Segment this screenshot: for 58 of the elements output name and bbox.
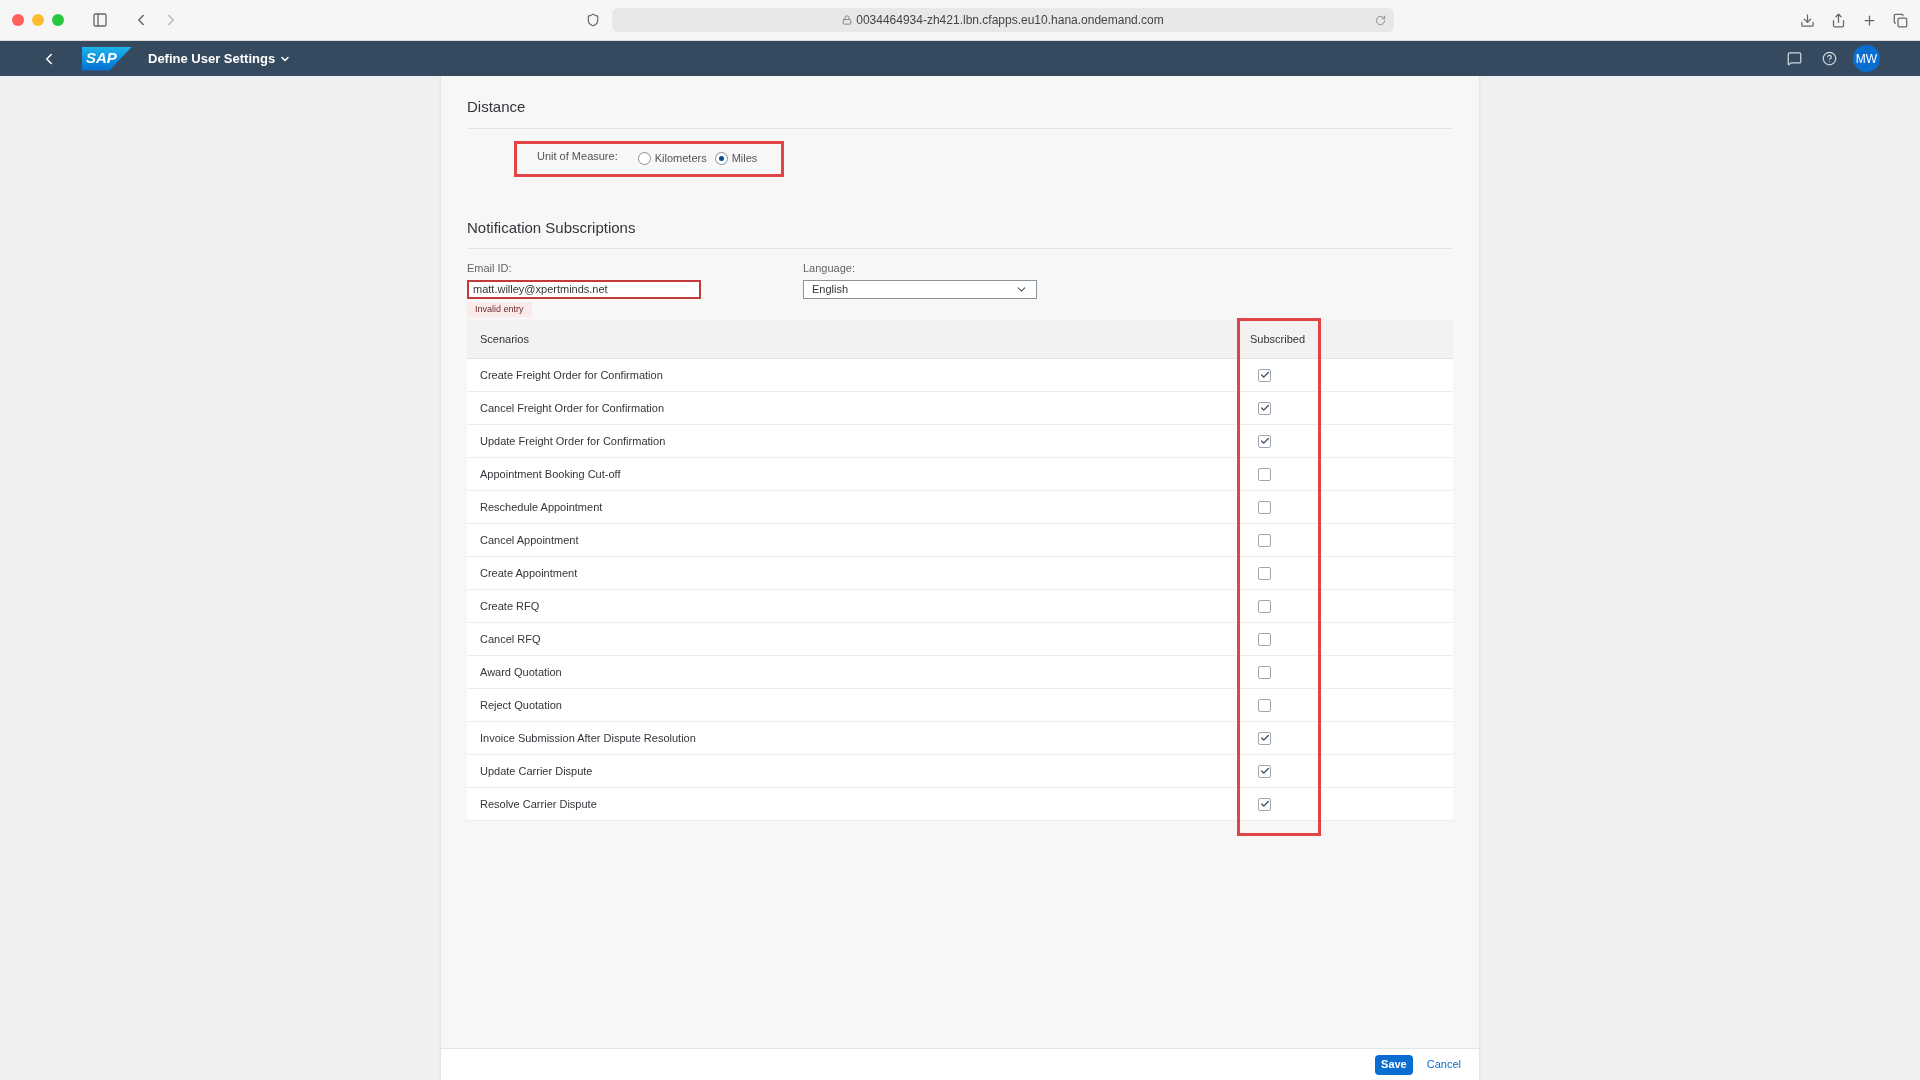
subscribe-checkbox[interactable] <box>1258 764 1271 778</box>
subscribe-checkbox[interactable] <box>1258 698 1271 712</box>
url-text: 0034464934-zh421.lbn.cfapps.eu10.hana.ondemand.com <box>856 12 1164 29</box>
table-cell-text: Update Freight Order for Confirmation <box>479 433 667 449</box>
subscribe-checkbox[interactable] <box>1258 566 1271 580</box>
tabs-overview-icon[interactable] <box>1893 12 1908 28</box>
unit-radio[interactable]: Kilometers <box>637 150 707 167</box>
user-avatar[interactable]: MW <box>1853 45 1880 72</box>
table-cell-text: Create Freight Order for Confirmation <box>479 367 664 383</box>
section-title: Notification Subscriptions <box>467 216 1453 249</box>
save-button[interactable]: Save <box>1375 1054 1413 1075</box>
table-cell-text: Reschedule Appointment <box>479 499 604 515</box>
address-bar[interactable]: 0034464934-zh421.lbn.cfapps.eu10.hana.ondemand.com <box>612 8 1394 32</box>
subscribe-checkbox[interactable] <box>1258 599 1271 613</box>
subscribe-checkbox[interactable] <box>1258 434 1271 448</box>
cancel-button[interactable]: Cancel <box>1420 1054 1467 1075</box>
table-cell-text: Award Quotation <box>479 664 563 680</box>
subscribe-checkbox[interactable] <box>1258 500 1271 514</box>
table-cell-text: Create RFQ <box>479 598 541 614</box>
reload-icon[interactable] <box>1375 14 1386 26</box>
subscribe-checkbox[interactable] <box>1258 665 1271 679</box>
field-label: Unit of Measure: <box>537 149 618 165</box>
table-cell-text: Appointment Booking Cut-off <box>479 466 622 482</box>
help-icon[interactable] <box>1822 51 1837 66</box>
table-cell-text: Invoice Submission After Dispute Resolution <box>479 730 697 746</box>
app-title-menu[interactable]: Define User Settings <box>148 48 292 69</box>
subscribe-checkbox[interactable] <box>1258 797 1271 811</box>
download-icon[interactable] <box>1800 12 1815 28</box>
table-cell-text: Cancel Appointment <box>479 532 580 548</box>
sap-logo: SAP <box>82 46 132 71</box>
table-cell-text: Update Carrier Dispute <box>479 763 594 779</box>
table-cell-text: Create Appointment <box>479 565 579 581</box>
table-cell-text: Cancel RFQ <box>479 631 542 647</box>
column-header: Subscribed <box>1249 331 1306 347</box>
share-icon[interactable] <box>1831 12 1846 28</box>
subscribe-checkbox[interactable] <box>1258 467 1271 481</box>
subscribe-checkbox[interactable] <box>1258 401 1271 415</box>
lock-icon <box>842 15 853 25</box>
table-cell-text: Resolve Carrier Dispute <box>479 796 598 812</box>
privacy-shield-icon[interactable] <box>586 13 600 27</box>
field-label: Email ID: <box>467 261 513 276</box>
new-tab-icon[interactable] <box>1862 12 1877 28</box>
close-window-icon[interactable] <box>12 14 24 26</box>
sidebar-icon[interactable] <box>92 12 108 28</box>
table-cell-text: Reject Quotation <box>479 697 563 713</box>
subscribe-checkbox[interactable] <box>1258 731 1271 745</box>
table-cell-text: Cancel Freight Order for Confirmation <box>479 400 665 416</box>
language-select[interactable]: English <box>803 279 1037 299</box>
subscribe-checkbox[interactable] <box>1258 632 1271 646</box>
email-field[interactable]: matt.willey@xpertminds.net <box>467 279 701 299</box>
subscribe-checkbox[interactable] <box>1258 533 1271 547</box>
unit-radio[interactable]: Miles <box>714 150 758 167</box>
field-label: Language: <box>803 261 856 276</box>
chat-icon[interactable] <box>1787 51 1802 66</box>
column-header: Scenarios <box>479 331 530 347</box>
section-title: Distance <box>467 96 1453 129</box>
subscribe-checkbox[interactable] <box>1258 368 1271 382</box>
error-message: Invalid entry <box>467 301 532 317</box>
